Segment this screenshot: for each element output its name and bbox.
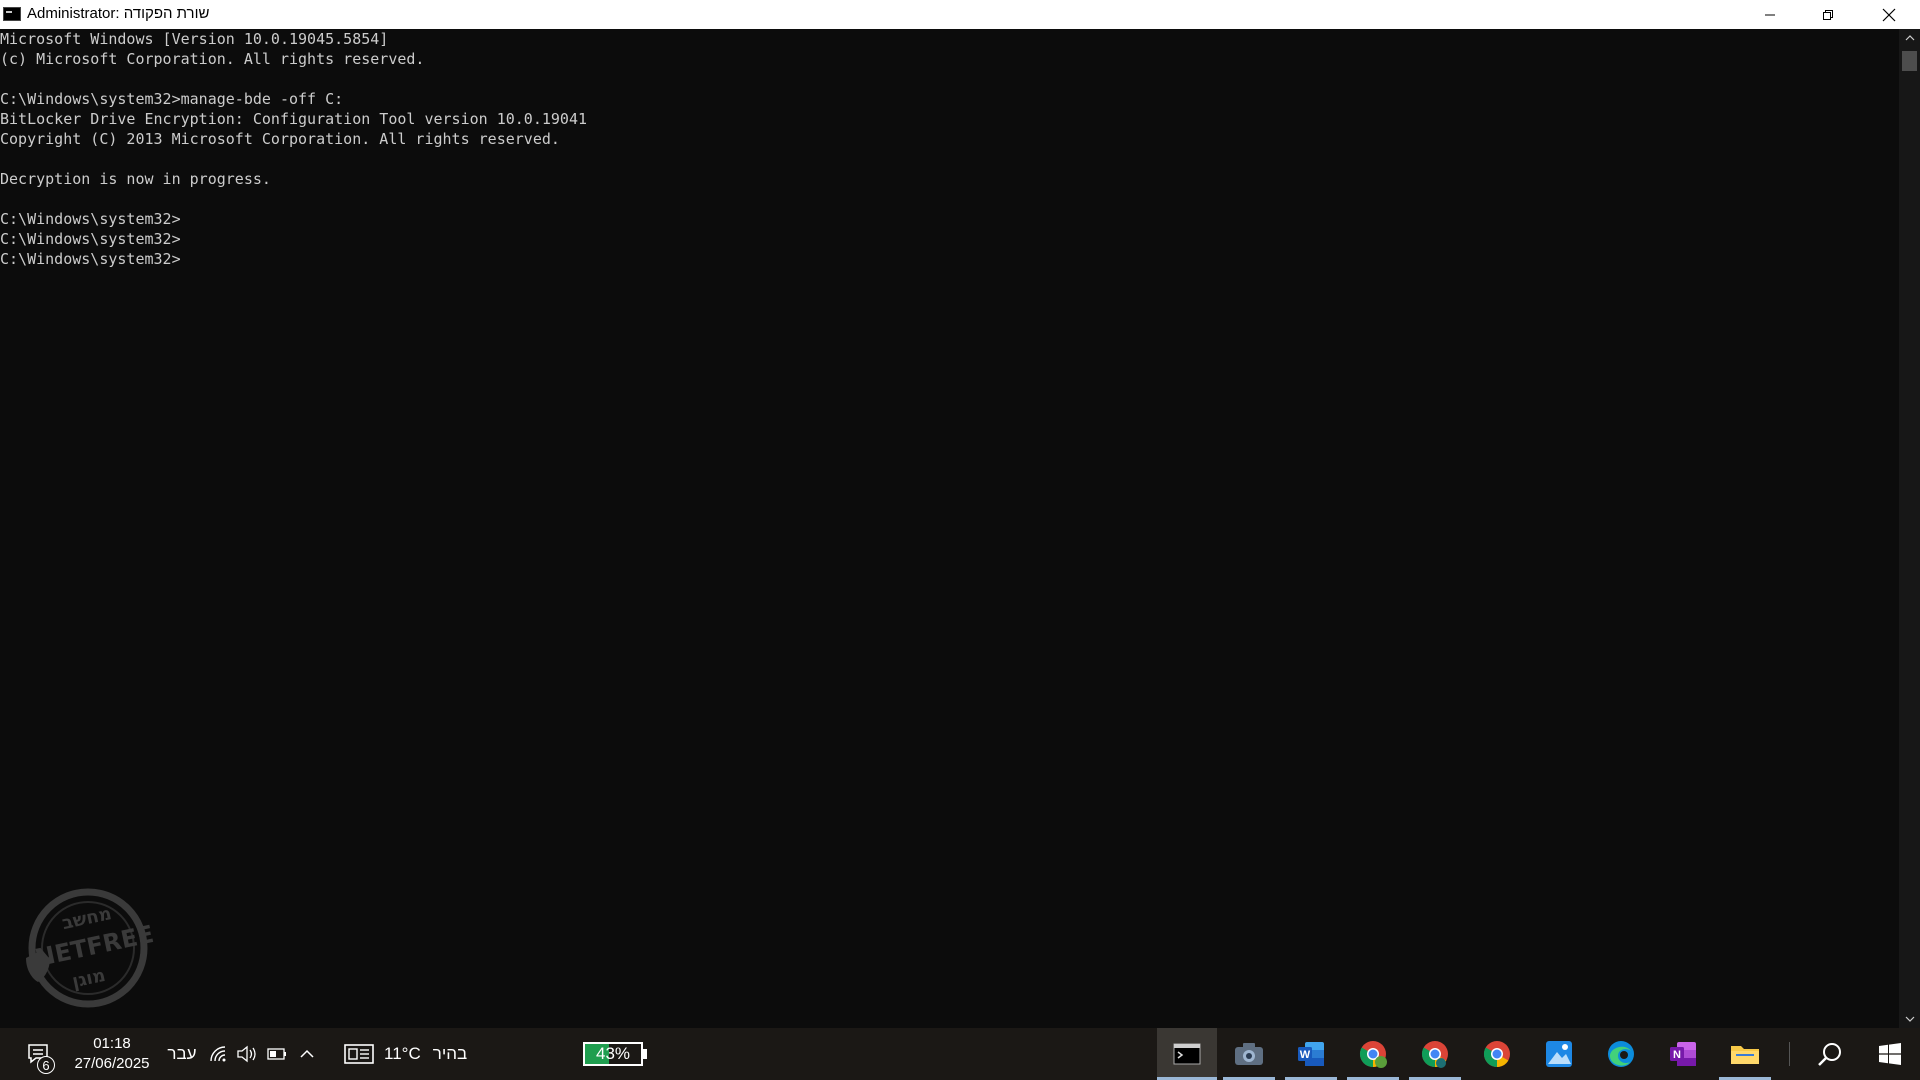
cmd-icon	[3, 7, 21, 21]
scroll-up-button[interactable]	[1899, 29, 1920, 47]
restore-button[interactable]	[1799, 0, 1857, 29]
clock[interactable]: 01:18 27/06/2025	[62, 1034, 162, 1074]
show-hidden-icons-button[interactable]	[294, 1028, 320, 1080]
start-button[interactable]	[1861, 1028, 1919, 1080]
folder-icon	[1731, 1046, 1759, 1064]
notification-count-badge: 6	[37, 1056, 55, 1074]
battery-terminal	[643, 1049, 647, 1059]
console-line: BitLocker Drive Encryption: Configuratio…	[0, 110, 587, 128]
windows-logo-icon	[1879, 1043, 1901, 1065]
console-line: (c) Microsoft Corporation. All rights re…	[0, 50, 425, 68]
chevron-up-icon	[1905, 35, 1914, 41]
taskbar-app-file-explorer[interactable]	[1715, 1028, 1775, 1080]
taskbar-app-camera[interactable]	[1219, 1028, 1279, 1080]
news-icon	[344, 1044, 374, 1064]
weather-condition: בהיר	[432, 1044, 468, 1063]
chevron-down-icon	[1905, 1016, 1914, 1022]
taskbar-app-photos[interactable]	[1529, 1028, 1589, 1080]
network-icon	[210, 1046, 226, 1062]
chrome-icon	[1483, 1041, 1510, 1068]
close-button[interactable]	[1857, 0, 1920, 29]
taskbar-app-word[interactable]: W	[1281, 1028, 1341, 1080]
battery-button[interactable]	[264, 1028, 290, 1080]
window-title: Administrator: שורת הפקודה	[27, 5, 210, 22]
battery-icon	[267, 1048, 286, 1060]
clock-time: 01:18	[93, 1035, 131, 1052]
close-icon	[1882, 8, 1895, 21]
taskbar-app-edge[interactable]	[1591, 1028, 1651, 1080]
watermark-middle-text: NETFREE	[32, 920, 156, 972]
console-line: C:\Windows\system32>	[0, 230, 181, 248]
svg-text:W: W	[1300, 1049, 1311, 1061]
network-button[interactable]	[206, 1028, 232, 1080]
taskbar-app-chrome-profile-1[interactable]	[1343, 1028, 1403, 1080]
console-line: Decryption is now in progress.	[0, 170, 271, 188]
battery-percent-label: 43%	[595, 1044, 631, 1063]
chrome-icon	[1359, 1041, 1387, 1068]
search-icon	[1818, 1043, 1841, 1066]
chrome-icon	[1421, 1041, 1448, 1068]
weather-temp: 11°C	[384, 1044, 421, 1063]
cmd-icon	[1173, 1043, 1201, 1065]
edge-icon	[1608, 1041, 1634, 1067]
language-indicator[interactable]: עבר	[164, 1028, 200, 1080]
shield-icon	[26, 952, 50, 982]
minimize-button[interactable]	[1741, 0, 1799, 29]
vertical-scrollbar[interactable]	[1899, 29, 1920, 1028]
onenote-icon: N	[1670, 1042, 1696, 1066]
taskbar-app-chrome[interactable]	[1467, 1028, 1527, 1080]
taskbar-separator	[1789, 1042, 1790, 1066]
taskbar: 6 01:18 27/06/2025 עבר 11°C בהיר 43% W N	[0, 1028, 1920, 1080]
photos-icon	[1546, 1041, 1572, 1067]
console-output[interactable]: Microsoft Windows [Version 10.0.19045.58…	[0, 29, 1899, 1028]
title-bar[interactable]: Administrator: שורת הפקודה	[0, 0, 1920, 29]
battery-percent-widget[interactable]: 43%	[583, 1042, 643, 1066]
chevron-up-icon	[300, 1049, 314, 1058]
taskbar-app-chrome-profile-2[interactable]	[1405, 1028, 1465, 1080]
weather-widget[interactable]: 11°C בהיר	[344, 1028, 478, 1080]
console-prompt-line[interactable]: C:\Windows\system32>	[0, 249, 1899, 269]
netfree-watermark: מחשב NETFREE מוגן	[26, 888, 156, 1008]
svg-text:N: N	[1673, 1049, 1681, 1061]
volume-button[interactable]	[234, 1028, 260, 1080]
scroll-down-button[interactable]	[1899, 1010, 1920, 1028]
scroll-thumb[interactable]	[1902, 51, 1917, 71]
action-center-button[interactable]: 6	[14, 1028, 62, 1080]
taskbar-app-command-prompt[interactable]	[1157, 1028, 1217, 1080]
clock-date: 27/06/2025	[74, 1055, 150, 1072]
watermark-bottom-text: מוגן	[70, 965, 107, 992]
volume-icon	[237, 1045, 256, 1063]
word-icon: W	[1298, 1042, 1324, 1066]
search-button[interactable]	[1801, 1028, 1859, 1080]
console-line: C:\Windows\system32>	[0, 210, 181, 228]
minimize-icon	[1765, 14, 1775, 15]
console-line: C:\Windows\system32>manage-bde -off C:	[0, 90, 344, 108]
camera-icon	[1235, 1043, 1263, 1065]
console-line: Microsoft Windows [Version 10.0.19045.58…	[0, 30, 389, 48]
restore-icon	[1823, 9, 1833, 20]
taskbar-app-onenote[interactable]: N	[1653, 1028, 1713, 1080]
console-line: Copyright (C) 2013 Microsoft Corporation…	[0, 130, 560, 148]
